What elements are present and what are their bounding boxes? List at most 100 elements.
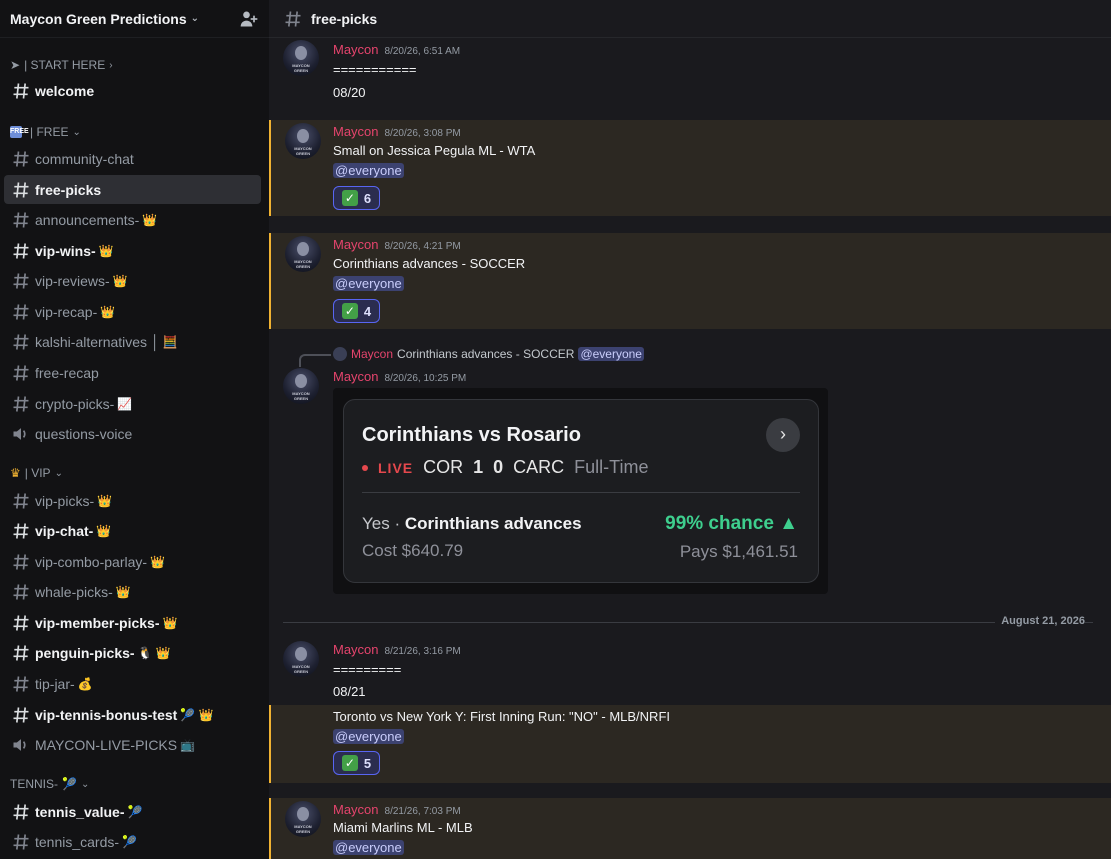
card-pick-name: Corinthians advances (404, 514, 582, 533)
add-member-icon[interactable] (239, 9, 259, 29)
sidebar-item-tip-jar[interactable]: tip-jar- 💰 (4, 669, 261, 698)
message-text: Toronto vs New York Y: First Inning Run:… (333, 709, 670, 724)
hash-icon (13, 82, 29, 99)
channel-label: tennis_value- (35, 803, 125, 820)
reaction-check[interactable]: ✓ 6 (333, 186, 380, 210)
live-dot-icon (362, 464, 368, 471)
reply-text: Corinthians advances - SOCCER (397, 347, 575, 361)
hash-thread-icon (13, 644, 29, 661)
avatar[interactable]: MAYCON GREEN (283, 641, 319, 677)
sidebar-item-community-chat[interactable]: community-chat (4, 144, 261, 173)
speaker-icon (13, 738, 26, 751)
message-author[interactable]: Maycon (333, 124, 379, 139)
divider (362, 492, 800, 493)
sidebar-item-vip-recap[interactable]: vip-recap- 👑 (4, 297, 261, 326)
avatar[interactable]: MAYCON GREEN (283, 40, 319, 76)
crown-icon: 👑 (162, 615, 178, 630)
message-author[interactable]: Maycon (333, 369, 379, 384)
avatar[interactable]: MAYCON GREEN (285, 123, 321, 159)
message-author[interactable]: Maycon (333, 642, 379, 657)
sidebar-item-tennis-cards[interactable]: tennis_cards- 🎾 (4, 827, 261, 856)
score2: 0 (493, 457, 504, 477)
sidebar-item-crypto-picks[interactable]: crypto-picks- 📈 (4, 389, 261, 418)
message: MAYCON GREEN Maycon 8/20/26, 4:21 PM Cori… (269, 233, 1111, 329)
sidebar-item-announcements[interactable]: announcements- 👑 (4, 205, 261, 234)
card-chance: 99% chance ▲ (665, 513, 798, 534)
everyone-mention[interactable]: @everyone (333, 276, 404, 291)
reaction-check[interactable]: ✓ 4 (333, 299, 380, 323)
sidebar-item-free-recap[interactable]: free-recap (4, 358, 261, 387)
sidebar-item-vip-picks[interactable]: vip-picks- 👑 (4, 486, 261, 515)
category-start-here[interactable]: ➤ | START HERE › (0, 55, 123, 75)
sidebar-item-vip-tennis-bonus-test[interactable]: vip-tennis-bonus-test 🎾 👑 (4, 700, 261, 729)
everyone-mention[interactable]: @everyone (333, 729, 404, 744)
avatar[interactable]: MAYCON GREEN (283, 368, 319, 404)
sidebar-item-questions-voice[interactable]: questions-voice (4, 419, 261, 448)
channel-label: vip-wins- (35, 242, 96, 259)
image-attachment[interactable]: Corinthians vs Rosario › LIVE COR 1 0 CA… (333, 388, 828, 594)
sidebar-item-welcome[interactable]: welcome (4, 76, 261, 105)
team1: COR (423, 457, 464, 477)
message-author[interactable]: Maycon (333, 42, 379, 57)
sidebar-item-vip-wins[interactable]: vip-wins- 👑 (4, 236, 261, 265)
hash-thread-icon (13, 303, 29, 320)
channel-label: vip-reviews- (35, 272, 110, 289)
check-mark-icon: ✓ (341, 303, 358, 319)
chart-up-icon: 📈 (117, 396, 133, 411)
server-header[interactable]: Maycon Green Predictions ⌄ (0, 0, 269, 38)
money-bag-icon: 💰 (77, 676, 93, 691)
message-text: Miami Marlins ML - MLB (333, 820, 473, 835)
channel-label: vip-tennis-bonus-test (35, 706, 178, 723)
message-timestamp: 8/20/26, 4:21 PM (384, 241, 461, 252)
sidebar-item-free-picks[interactable]: free-picks (4, 175, 261, 204)
check-mark-icon: ✓ (341, 190, 358, 206)
category-vip[interactable]: ♛ | VIP ⌄ (0, 463, 73, 483)
crown-icon: 👑 (115, 584, 131, 599)
match-status: Full-Time (574, 457, 649, 477)
message-timestamp: 8/21/26, 7:03 PM (384, 806, 461, 817)
sidebar-item-tennis-value[interactable]: tennis_value- 🎾 (4, 797, 261, 826)
channel-label: community-chat (35, 150, 134, 167)
hash-thread-icon (13, 614, 29, 631)
chevron-right-icon: › (109, 59, 113, 71)
sidebar-item-maycon-live-picks[interactable]: MAYCON-LIVE-PICKS 📺 (4, 730, 261, 759)
sidebar-item-vip-reviews[interactable]: vip-reviews- 👑 (4, 266, 261, 295)
sidebar-item-vip-chat[interactable]: vip-chat- 👑 (4, 516, 261, 545)
hash-thread-icon (13, 492, 29, 509)
channel-label: vip-combo-parlay- (35, 553, 148, 570)
hash-thread-icon (13, 833, 29, 850)
hash-thread-icon (13, 803, 29, 820)
crown-icon: 👑 (112, 273, 128, 288)
card-title: Corinthians vs Rosario (362, 424, 581, 446)
server-name[interactable]: Maycon Green Predictions ⌄ (10, 11, 199, 27)
category-tennis[interactable]: TENNIS- 🎾 ⌄ (0, 774, 99, 794)
sidebar-item-vip-member-picks[interactable]: vip-member-picks- 👑 (4, 608, 261, 637)
everyone-mention[interactable]: @everyone (333, 840, 404, 855)
sidebar-item-vip-combo-parlay[interactable]: vip-combo-parlay- 👑 (4, 547, 261, 576)
message-timestamp: 8/20/26, 3:08 PM (384, 128, 461, 139)
tennis-icon: 🎾 (62, 777, 77, 791)
chevron-right-icon: › (766, 418, 800, 452)
chevron-down-icon: ⌄ (72, 126, 81, 138)
reaction-check[interactable]: ✓ 5 (333, 751, 380, 775)
everyone-mention[interactable]: @everyone (333, 163, 404, 178)
category-label: TENNIS- (10, 777, 58, 791)
crown-icon: 👑 (142, 212, 158, 227)
message-text: Small on Jessica Pegula ML - WTA (333, 143, 536, 158)
card-score: LIVE COR 1 0 CARC Full-Time (362, 457, 649, 478)
crown-icon: 👑 (98, 243, 114, 258)
message-author[interactable]: Maycon (333, 237, 379, 252)
sidebar-item-penguin-picks[interactable]: penguin-picks- 🐧 👑 (4, 638, 261, 667)
message-author[interactable]: Maycon (333, 802, 379, 817)
avatar[interactable]: MAYCON GREEN (285, 801, 321, 837)
sidebar-item-whale-picks[interactable]: whale-picks- 👑 (4, 577, 261, 606)
channel-label: free-picks (35, 181, 102, 198)
category-free[interactable]: FREE | FREE ⌄ (0, 122, 91, 142)
crown-icon: 👑 (100, 304, 116, 319)
reply-author: Maycon (351, 347, 394, 361)
avatar[interactable]: MAYCON GREEN (285, 236, 321, 272)
hash-thread-icon (13, 211, 29, 228)
reply-preview[interactable]: Maycon Corinthians advances - SOCCER @ev… (333, 347, 644, 361)
sidebar-item-kalshi-alternatives[interactable]: kalshi-alternatives │ 🧮 (4, 327, 261, 356)
channel-label: MAYCON-LIVE-PICKS (35, 736, 178, 753)
